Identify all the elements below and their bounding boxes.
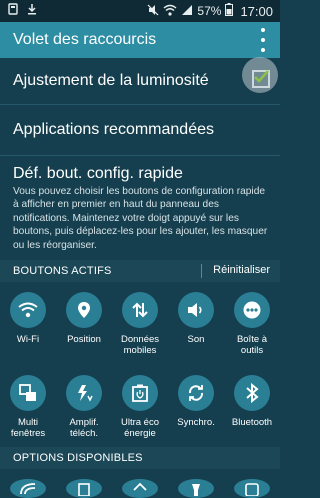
active-buttons-title: BOUTONS ACTIFS: [13, 265, 112, 277]
notification-icon: [8, 2, 18, 20]
flashlight-icon: [178, 479, 214, 498]
wifi-toggle[interactable]: Wi-Fi: [0, 292, 56, 356]
active-buttons-header: BOUTONS ACTIFS Réinitialiser: [0, 260, 280, 282]
ultra-power-saving-toggle[interactable]: Ultra éco énergie: [112, 375, 168, 439]
multi-window-label: Multi fenêtres: [10, 417, 46, 439]
bluetooth-toggle[interactable]: Bluetooth: [224, 375, 280, 439]
brightness-label: Ajustement de la luminosité: [13, 72, 209, 89]
battery-percent: 57%: [197, 4, 222, 18]
page-title: Volet des raccourcis: [13, 31, 157, 48]
active-buttons-row-1: Wi-Fi Position Données mobiles Son Boîte…: [0, 292, 280, 356]
download-booster-icon: [66, 375, 102, 411]
status-bar: 57% 17:00: [0, 0, 280, 22]
multi-window-icon: [10, 375, 46, 411]
mobile-data-label: Données mobiles: [120, 334, 160, 356]
mobile-data-toggle[interactable]: Données mobiles: [112, 292, 168, 356]
location-label: Position: [67, 334, 101, 345]
download-booster-label: Amplif. téléch.: [69, 417, 99, 439]
divider: [201, 264, 202, 278]
location-icon: [66, 292, 102, 328]
ultra-power-saving-label: Ultra éco énergie: [120, 417, 159, 439]
available-option-2[interactable]: [56, 470, 112, 498]
sound-icon: [178, 292, 214, 328]
toolbox-toggle[interactable]: Boîte à outils: [224, 292, 280, 356]
bluetooth-label: Bluetooth: [231, 417, 273, 428]
app-bar: Volet des raccourcis: [0, 22, 280, 58]
quick-config-description: Vous pouvez choisir les boutons de confi…: [13, 186, 268, 251]
mobile-data-icon: [122, 292, 158, 328]
bluetooth-icon: [234, 375, 270, 411]
ultra-power-saving-icon: [122, 375, 158, 411]
available-options-row: [0, 470, 280, 498]
hotspot-icon: [10, 479, 46, 498]
reset-button[interactable]: Réinitialiser: [213, 264, 270, 276]
screen-rotation-icon: [66, 479, 102, 498]
available-option-4[interactable]: [168, 470, 224, 498]
toolbox-label: Boîte à outils: [236, 334, 268, 356]
wifi-icon: [163, 4, 177, 19]
sound-label: Son: [187, 334, 205, 345]
sync-icon: [178, 375, 214, 411]
sync-toggle[interactable]: Synchro.: [168, 375, 224, 439]
wifi-label: Wi-Fi: [16, 334, 40, 345]
download-booster-toggle[interactable]: Amplif. téléch.: [56, 375, 112, 439]
download-icon: [27, 2, 37, 20]
signal-icon: [181, 4, 193, 19]
available-options-header: OPTIONS DISPONIBLES: [0, 447, 280, 469]
mute-icon: [147, 4, 159, 19]
sync-label: Synchro.: [177, 417, 215, 428]
active-buttons-row-2: Multi fenêtres Amplif. téléch. Ultra éco…: [0, 375, 280, 439]
clock: 17:00: [240, 3, 273, 19]
multi-window-toggle[interactable]: Multi fenêtres: [0, 375, 56, 439]
check-icon: [254, 70, 269, 83]
sound-toggle[interactable]: Son: [168, 292, 224, 356]
available-option-1[interactable]: [0, 470, 56, 498]
toolbox-icon: [234, 292, 270, 328]
available-option-3[interactable]: [112, 470, 168, 498]
quick-config-title: Déf. bout. config. rapide: [13, 165, 183, 182]
overflow-menu-icon[interactable]: [258, 28, 268, 52]
available-options-title: OPTIONS DISPONIBLES: [13, 452, 143, 464]
private-mode-icon: [122, 479, 158, 498]
brightness-setting-row[interactable]: Ajustement de la luminosité: [0, 57, 280, 105]
quick-config-row: Déf. bout. config. rapide Vous pouvez ch…: [0, 156, 280, 259]
wifi-icon: [10, 292, 46, 328]
recommended-apps-row[interactable]: Applications recommandées: [0, 105, 280, 156]
nfc-icon: [234, 479, 270, 498]
recommended-apps-label: Applications recommandées: [13, 121, 214, 138]
brightness-checkbox[interactable]: [252, 70, 270, 88]
battery-icon: [225, 3, 234, 19]
location-toggle[interactable]: Position: [56, 292, 112, 356]
available-option-5[interactable]: [224, 470, 280, 498]
